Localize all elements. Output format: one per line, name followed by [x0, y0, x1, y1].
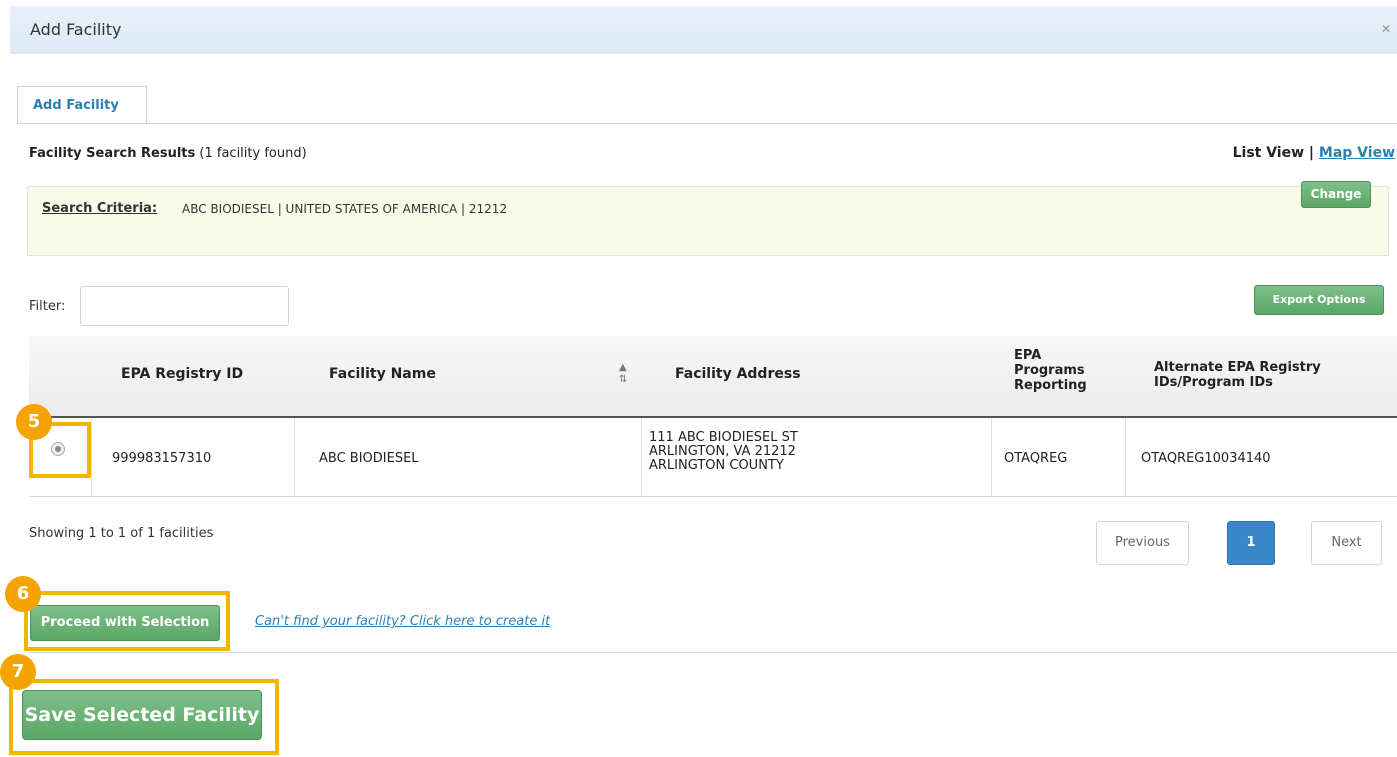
cell-divider: [641, 418, 642, 496]
column-header-facility-name[interactable]: Facility Name: [329, 366, 436, 382]
step-6-badge: 6: [5, 576, 41, 612]
view-switcher: List View | Map View: [1233, 145, 1395, 161]
address-line-2: ARLINGTON, VA 21212: [649, 444, 796, 459]
close-icon[interactable]: ✕: [1381, 22, 1391, 36]
export-options-button[interactable]: Export Options: [1254, 285, 1384, 315]
map-view-link[interactable]: Map View: [1319, 145, 1395, 161]
section-divider: [29, 652, 1397, 653]
column-header-programs[interactable]: EPA Programs Reporting: [1014, 348, 1104, 393]
tab-label: Add Facility: [33, 98, 119, 113]
sort-arrows-icon[interactable]: ▲ ⇅: [619, 362, 627, 386]
step-7-badge: 7: [0, 654, 36, 690]
change-button[interactable]: Change: [1301, 181, 1371, 208]
list-view-label: List View: [1232, 145, 1305, 161]
search-criteria-value: ABC BIODIESEL | UNITED STATES OF AMERICA…: [182, 202, 508, 216]
dialog-title: Add Facility: [30, 20, 122, 39]
address-line-3: ARLINGTON COUNTY: [649, 458, 784, 473]
table-header: EPA Registry ID Facility Name ▲ ⇅ Facilit…: [29, 336, 1397, 418]
filter-label: Filter:: [29, 299, 66, 314]
search-criteria-label: Search Criteria:: [42, 201, 158, 216]
column-header-facility-address[interactable]: Facility Address: [675, 366, 801, 382]
results-header: Facility Search Results (1 facility foun…: [29, 146, 307, 161]
cell-programs: OTAQREG: [1004, 451, 1068, 466]
column-header-alternate-ids[interactable]: Alternate EPA Registry IDs/Program IDs: [1154, 360, 1369, 390]
view-separator: |: [1308, 145, 1315, 161]
results-label: Facility Search Results: [29, 146, 196, 161]
cell-divider: [991, 418, 992, 496]
highlight-box-step-7: [9, 679, 279, 755]
cell-alternate-ids: OTAQREG10034140: [1141, 451, 1271, 466]
cell-facility-address: 111 ABC BIODIESEL ST ARLINGTON, VA 21212…: [649, 431, 798, 473]
results-count: (1 facility found): [199, 146, 307, 161]
dialog-title-bar: Add Facility ✕: [10, 6, 1397, 54]
previous-page-button[interactable]: Previous: [1096, 521, 1189, 565]
step-5-badge: 5: [16, 404, 52, 440]
page-1-button[interactable]: 1: [1227, 521, 1275, 565]
table-row[interactable]: 999983157310 ABC BIODIESEL 111 ABC BIODI…: [29, 418, 1397, 497]
cell-divider: [91, 418, 92, 496]
address-line-1: 111 ABC BIODIESEL ST: [649, 430, 798, 445]
filter-input[interactable]: [80, 286, 289, 326]
create-facility-link[interactable]: Can't find your facility? Click here to …: [255, 614, 550, 629]
cell-divider: [294, 418, 295, 496]
highlight-box-step-6: [24, 591, 230, 651]
tab-add-facility[interactable]: Add Facility: [17, 86, 147, 124]
cell-registry-id: 999983157310: [112, 451, 212, 466]
cell-divider: [1125, 418, 1126, 496]
cell-facility-name: ABC BIODIESEL: [319, 451, 419, 466]
column-header-registry-id[interactable]: EPA Registry ID: [121, 366, 243, 382]
next-page-button[interactable]: Next: [1311, 521, 1382, 565]
search-criteria-panel: Search Criteria: ABC BIODIESEL | UNITED …: [27, 186, 1389, 256]
tab-divider: [17, 123, 1397, 124]
pagination-summary: Showing 1 to 1 of 1 facilities: [29, 526, 214, 541]
